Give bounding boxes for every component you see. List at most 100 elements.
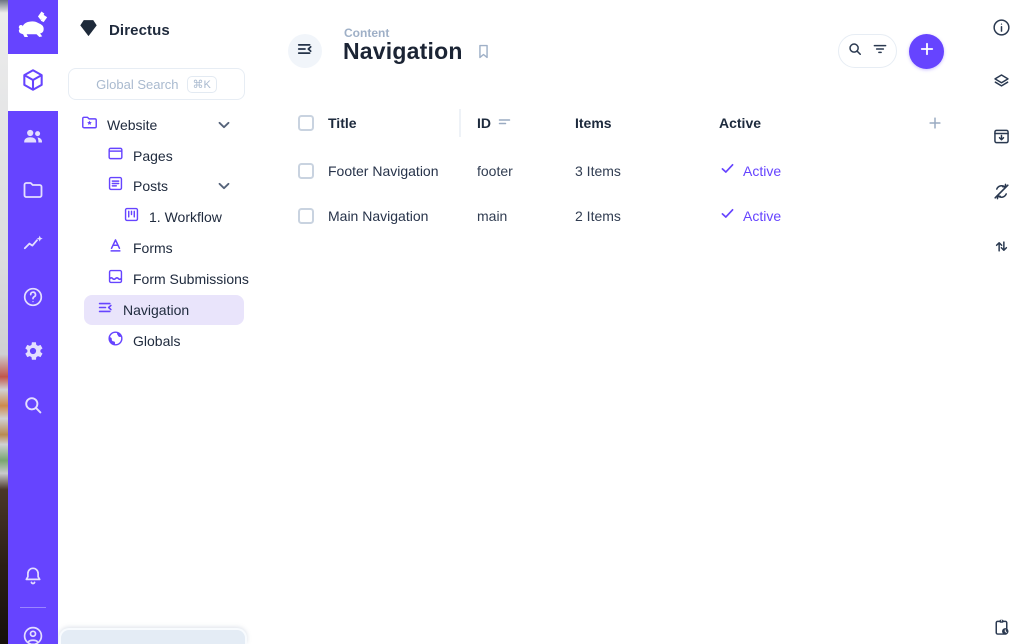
users-icon (21, 124, 45, 153)
sidebar-item-label: Navigation (123, 302, 189, 318)
bookmark-icon (474, 48, 493, 65)
cell-active: Active (719, 160, 781, 182)
bottom-popup-edge (59, 628, 247, 644)
nav-sidebar: Directus Global Search ⌘K Website Pages (58, 0, 246, 644)
kanban-icon (122, 205, 141, 229)
sidebar-item-workflow[interactable]: 1. Workflow (68, 202, 246, 232)
sidebar-item-globals[interactable]: Globals (68, 326, 246, 356)
import-export-button[interactable] (990, 238, 1012, 260)
add-item-button[interactable] (909, 34, 944, 69)
sidebar-item-website[interactable]: Website (68, 110, 246, 140)
column-resize-handle[interactable] (459, 109, 461, 137)
bookmark-button[interactable] (474, 42, 493, 66)
sidebar-item-form-submissions[interactable]: Form Submissions (68, 264, 246, 294)
sidebar-item-label: Globals (133, 333, 180, 349)
check-icon (719, 160, 736, 182)
layers-icon (991, 71, 1012, 97)
archive-download-icon (991, 126, 1012, 152)
module-users[interactable] (8, 118, 58, 158)
module-bar (8, 0, 58, 644)
active-label: Active (743, 208, 781, 224)
inbox-icon (106, 267, 125, 291)
sidebar-item-label: Form Submissions (133, 271, 249, 287)
row-checkbox[interactable] (298, 208, 314, 224)
search-filter-pill (838, 34, 897, 68)
select-all-checkbox[interactable] (298, 115, 314, 131)
import-export-icon (991, 236, 1012, 262)
keyboard-shortcut-badge: ⌘K (187, 76, 217, 93)
sidebar-item-label: Posts (133, 178, 168, 194)
sync-disabled-button[interactable] (990, 183, 1012, 205)
module-files[interactable] (8, 172, 58, 212)
search-icon (21, 393, 45, 422)
add-column-button[interactable] (926, 114, 944, 137)
cell-items: 3 Items (575, 163, 719, 179)
layout-options-button[interactable] (990, 73, 1012, 95)
active-label: Active (743, 163, 781, 179)
sync-disabled-icon (991, 181, 1012, 207)
sidebar-item-posts[interactable]: Posts (68, 171, 246, 201)
project-diamond-icon (78, 18, 99, 42)
search-button[interactable] (846, 40, 864, 63)
table-header-row: Title ID Items Active (298, 106, 948, 140)
info-icon (991, 17, 1012, 43)
chevron-down-icon[interactable] (218, 121, 230, 129)
row-checkbox[interactable] (298, 163, 314, 179)
bell-icon (21, 564, 45, 593)
globe-icon (106, 329, 125, 353)
notifications-button[interactable] (8, 558, 58, 598)
filter-icon[interactable] (871, 40, 889, 63)
cell-title: Main Navigation (328, 208, 477, 224)
column-header-title[interactable]: Title (328, 115, 477, 131)
account-button[interactable] (8, 618, 58, 644)
menu-open-icon (295, 39, 315, 64)
global-search-input[interactable]: Global Search ⌘K (68, 68, 245, 100)
window-icon (106, 144, 125, 168)
module-content-active[interactable] (8, 54, 58, 111)
cell-id: footer (477, 163, 575, 179)
insights-icon (21, 232, 45, 261)
cell-active: Active (719, 205, 781, 227)
cube-icon (20, 67, 46, 98)
clipboard-clock-icon (991, 617, 1012, 643)
check-icon (719, 205, 736, 227)
page-title: Navigation (343, 38, 463, 65)
folder-icon (21, 178, 45, 207)
column-header-items[interactable]: Items (575, 115, 719, 131)
sidebar-item-label: Forms (133, 240, 173, 256)
project-brand[interactable]: Directus (78, 16, 170, 44)
module-insights[interactable] (8, 226, 58, 266)
project-name: Directus (109, 22, 170, 39)
archive-button[interactable] (990, 128, 1012, 150)
plus-icon (918, 40, 936, 63)
module-help[interactable] (8, 279, 58, 319)
module-settings[interactable] (8, 333, 58, 373)
menu-open-icon (96, 298, 115, 322)
cell-title: Footer Navigation (328, 163, 477, 179)
cell-id: main (477, 208, 575, 224)
module-search[interactable] (8, 387, 58, 427)
column-header-id-label: ID (477, 115, 491, 131)
cell-items: 2 Items (575, 208, 719, 224)
sidebar-item-navigation[interactable]: Navigation (84, 295, 244, 325)
column-header-id[interactable]: ID (477, 114, 575, 132)
activity-log-button[interactable] (990, 619, 1012, 641)
desktop-background-sliver (0, 0, 8, 644)
help-circle-icon (21, 285, 45, 314)
directus-logo-tile[interactable] (8, 0, 58, 54)
collection-icon-button[interactable] (288, 34, 322, 68)
avatar-icon (21, 624, 45, 644)
column-header-active[interactable]: Active (719, 115, 761, 131)
folder-star-icon (80, 113, 99, 137)
table-row[interactable]: Footer Navigation footer 3 Items Active (298, 148, 948, 193)
sidebar-item-forms[interactable]: Forms (68, 233, 246, 263)
info-sidebar-button[interactable] (990, 19, 1012, 41)
sidebar-item-pages[interactable]: Pages (68, 141, 246, 171)
article-icon (106, 174, 125, 198)
sort-icon (498, 114, 511, 132)
chevron-down-icon[interactable] (218, 182, 230, 190)
table-row[interactable]: Main Navigation main 2 Items Active (298, 193, 948, 238)
letter-a-icon (106, 236, 125, 260)
sidebar-item-label: 1. Workflow (149, 209, 222, 225)
gear-icon (21, 339, 45, 368)
